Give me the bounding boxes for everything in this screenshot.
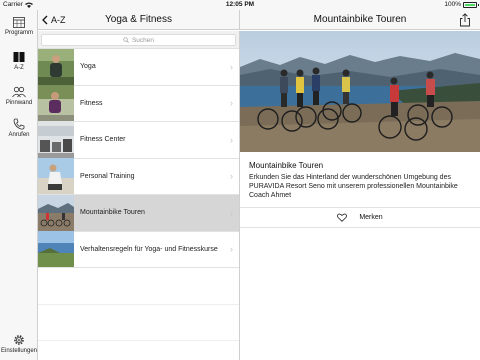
- master-list: Suchen Yoga › Fitness › Fitness Center ›…: [38, 31, 240, 360]
- tab-a-z[interactable]: A-Z: [0, 51, 38, 71]
- phone-icon: [13, 118, 25, 130]
- heart-icon: [337, 213, 348, 222]
- empty-row: [38, 268, 239, 305]
- search-input[interactable]: Suchen: [41, 34, 236, 46]
- list-item-yoga[interactable]: Yoga ›: [38, 48, 239, 86]
- fitness-center-thumbnail: [38, 121, 74, 158]
- search-icon: [123, 37, 129, 43]
- list-item-fitness-center[interactable]: Fitness Center ›: [38, 121, 239, 159]
- detail-description: Erkunden Sie das Hinterland der wundersc…: [249, 174, 458, 200]
- list-item-personal-training[interactable]: Personal Training ›: [38, 158, 239, 195]
- tab-einstellungen[interactable]: Einstellungen: [0, 334, 38, 354]
- detail-pane: Mountainbike Touren Erkunden Sie das Hin…: [240, 31, 480, 360]
- battery-icon: [463, 2, 479, 8]
- yoga-thumbnail: [38, 48, 74, 85]
- chevron-right-icon: ›: [230, 134, 233, 145]
- calendar-icon: [13, 17, 25, 28]
- list-item-label: Personal Training: [80, 172, 135, 180]
- list-item-verhaltensregeln[interactable]: Verhaltensregeln für Yoga- und Fitnessku…: [38, 231, 239, 268]
- list-item-label: Mountainbike Touren: [80, 209, 145, 217]
- tab-label: Einstellungen: [0, 348, 38, 354]
- search-placeholder: Suchen: [131, 36, 155, 44]
- battery-percent: 100%: [444, 1, 461, 8]
- personal-training-thumbnail: [38, 158, 74, 195]
- gear-icon: [14, 335, 24, 345]
- verhaltensregeln-thumbnail: [38, 231, 74, 268]
- master-nav-bar: A-Z Yoga & Fitness: [38, 10, 240, 30]
- status-time: 12:05 PM: [225, 1, 255, 8]
- people-icon: [12, 86, 26, 98]
- list-item-label: Yoga: [80, 63, 96, 71]
- hero-image: [240, 31, 480, 152]
- battery-info: 100%: [444, 0, 479, 10]
- fitness-thumbnail: [38, 85, 74, 122]
- tab-sidebar: Programm A-Z Pinnwand Anrufen Einstellun…: [0, 10, 38, 360]
- chevron-right-icon: ›: [230, 98, 233, 109]
- tab-label: Anrufen: [8, 132, 30, 138]
- list-item-label: Verhaltensregeln für Yoga- und Fitnessku…: [80, 245, 218, 253]
- tab-programm[interactable]: Programm: [0, 16, 38, 36]
- list-item-mountainbike-touren[interactable]: Mountainbike Touren ›: [38, 194, 239, 232]
- detail-title: Mountainbike Touren: [313, 14, 407, 25]
- favorite-button[interactable]: Merken: [240, 207, 480, 228]
- status-bar: Carrier 12:05 PM 100%: [0, 0, 480, 10]
- tab-label: Programm: [4, 30, 33, 36]
- detail-nav-bar: Mountainbike Touren: [240, 10, 480, 30]
- chevron-right-icon: ›: [230, 207, 233, 218]
- favorite-label: Merken: [359, 214, 383, 221]
- master-title: Yoga & Fitness: [105, 14, 172, 25]
- detail-heading: Mountainbike Touren: [249, 161, 324, 170]
- list-item-label: Fitness Center: [80, 136, 126, 144]
- mountainbike-thumbnail: [38, 194, 74, 231]
- list-item-label: Fitness: [80, 99, 103, 107]
- tab-anrufen[interactable]: Anrufen: [0, 118, 38, 138]
- chevron-right-icon: ›: [230, 244, 233, 255]
- tab-label: Pinnwand: [5, 100, 33, 106]
- chevron-right-icon: ›: [230, 61, 233, 72]
- book-icon: [13, 52, 25, 62]
- search-bar: Suchen: [38, 31, 239, 49]
- battery-fill: [465, 4, 475, 6]
- list-item-fitness[interactable]: Fitness ›: [38, 85, 239, 122]
- share-icon[interactable]: [458, 13, 472, 27]
- empty-row: [38, 305, 239, 341]
- chevron-right-icon: ›: [230, 171, 233, 182]
- tab-pinnwand[interactable]: Pinnwand: [0, 86, 38, 106]
- tab-label: A-Z: [14, 65, 24, 71]
